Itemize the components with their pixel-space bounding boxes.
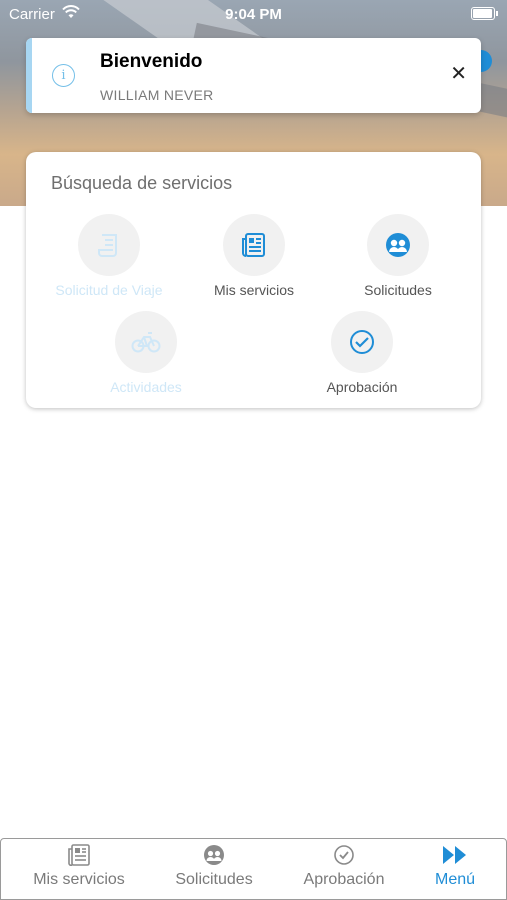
tab-my-services[interactable]: Mis servicios [16, 839, 142, 899]
services-title: Búsqueda de servicios [51, 173, 233, 193]
welcome-notification: i Bienvenido WILLIAM NEVER ✕ [26, 38, 481, 113]
service-activities[interactable]: Actividades [71, 311, 221, 395]
close-icon[interactable]: ✕ [450, 64, 467, 84]
fast-forward-icon [392, 843, 507, 867]
document-icon [78, 214, 140, 276]
tab-label: Solicitudes [175, 871, 253, 888]
check-circle-icon [281, 843, 407, 867]
service-label: Mis servicios [213, 282, 295, 298]
newspaper-icon [16, 843, 142, 867]
info-icon: i [52, 64, 75, 87]
newspaper-icon [223, 214, 285, 276]
battery-icon [471, 7, 498, 20]
notification-accent-bar [26, 38, 32, 113]
service-label: Actividades [110, 379, 182, 395]
check-circle-icon [331, 311, 393, 373]
clock: 9:04 PM [225, 6, 282, 23]
service-label: Solicitud de Viaje [55, 282, 163, 298]
service-requests[interactable]: Solicitudes [323, 214, 473, 298]
service-label: Solicitudes [364, 282, 432, 298]
service-approval[interactable]: Aprobación [287, 311, 437, 395]
notification-title: Bienvenido [100, 51, 203, 72]
bottom-tab-bar: Mis servicios Solicitudes Aprobación Men… [0, 838, 507, 900]
service-label: Aprobación [326, 379, 398, 395]
status-bar: Carrier 9:04 PM [0, 0, 507, 28]
service-travel-request[interactable]: Solicitud de Viaje [34, 214, 184, 298]
tab-label: Menú [434, 871, 476, 888]
tab-label: Aprobación [303, 871, 385, 888]
tab-requests[interactable]: Solicitudes [151, 839, 277, 899]
notification-username: WILLIAM NEVER [100, 87, 214, 103]
tab-approval[interactable]: Aprobación [281, 839, 407, 899]
tab-menu[interactable]: Menú [392, 839, 507, 899]
service-my-services[interactable]: Mis servicios [179, 214, 329, 298]
bicycle-icon [115, 311, 177, 373]
group-icon [151, 843, 277, 867]
group-icon [367, 214, 429, 276]
tab-label: Mis servicios [33, 871, 125, 888]
services-card: Búsqueda de servicios Solicitud de Viaje… [26, 152, 481, 408]
